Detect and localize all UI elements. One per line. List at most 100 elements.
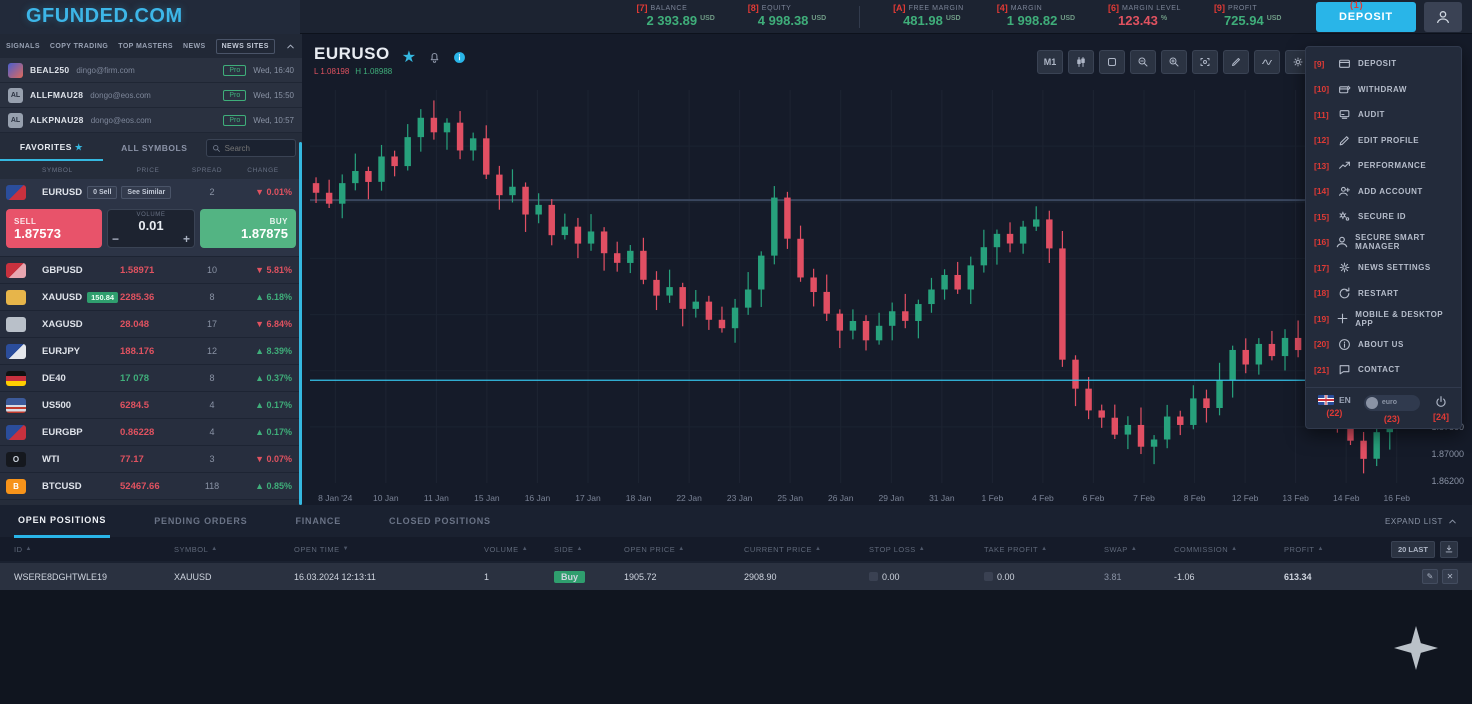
logout-power-button[interactable]: [1434, 395, 1448, 409]
last-filter-button[interactable]: 20 LAST: [1391, 541, 1435, 558]
favorite-star-icon[interactable]: ★: [402, 47, 416, 67]
symbol-row-gbpusd[interactable]: GBPUSD 1.58971 10 ▼ 5.81%: [0, 257, 302, 284]
zoom-out-icon[interactable]: [1130, 50, 1156, 74]
symbol-name[interactable]: EURUSD 0 SellSee Similar: [42, 186, 192, 199]
symbol-row-btcusd[interactable]: B BTCUSD 52467.66 118 ▲ 0.85%: [0, 473, 302, 500]
positions-column-profit[interactable]: PROFIT ▲: [1284, 545, 1374, 554]
chevron-up-icon[interactable]: [285, 41, 296, 52]
symbol-row-eurjpy[interactable]: EURJPY 188.176 12 ▲ 8.39%: [0, 338, 302, 365]
column-header-change[interactable]: CHANGE: [230, 167, 296, 174]
stat-value: 1 998.82USD: [997, 14, 1075, 28]
menu-item-audit[interactable]: [11] AUDIT: [1306, 102, 1461, 128]
expand-list-button[interactable]: EXPAND LIST: [1385, 516, 1458, 527]
volume-increase-button[interactable]: +: [183, 233, 190, 245]
position-row[interactable]: WSERE8DGHTWLE19 XAUUSD 16.03.2024 12:13:…: [0, 563, 1472, 590]
toggle-knob: [1366, 397, 1378, 409]
trading-platform-window: GFUNDED.COM [7] BALANCE 2 393.89USD [8] …: [0, 0, 1472, 704]
positions-column-id[interactable]: ID ▲: [14, 545, 174, 554]
account-row[interactable]: BEAL250 dingo@firm.com Pro Wed, 16:40: [0, 58, 302, 83]
column-header-price[interactable]: PRICE: [112, 167, 184, 174]
positions-column-volume[interactable]: VOLUME ▲: [484, 545, 554, 554]
menu-item-mobile-desktop-app[interactable]: [19] MOBILE & DESKTOP APP: [1306, 306, 1461, 332]
column-header-spread[interactable]: SPREAD: [184, 167, 230, 174]
profile-button[interactable]: [1424, 2, 1462, 32]
candle-type-icon[interactable]: [1068, 50, 1094, 74]
positions-tab-pending-orders[interactable]: PENDING ORDERS: [150, 506, 251, 536]
menu-item-add-account[interactable]: [14] ADD ACCOUNT: [1306, 179, 1461, 205]
draw-icon[interactable]: [1223, 50, 1249, 74]
symbol-chip-0-sell[interactable]: 0 Sell: [87, 186, 117, 199]
positions-column-open-price[interactable]: OPEN PRICE ▲: [624, 545, 744, 554]
positions-column-take-profit[interactable]: TAKE PROFIT ▲: [984, 545, 1104, 554]
symbol-row-us500[interactable]: US500 6284.5 4 ▲ 0.17%: [0, 392, 302, 419]
sidebar-tab-top-masters[interactable]: TOP MASTERS: [118, 43, 173, 50]
symbol-row-de40[interactable]: DE40 17 078 8 ▲ 0.37%: [0, 365, 302, 392]
edit-position-button[interactable]: ✎: [1422, 569, 1438, 584]
symbol-chip-see-similar[interactable]: See Similar: [121, 186, 171, 199]
positions-column-swap[interactable]: SWAP ▲: [1104, 545, 1174, 554]
positions-column-open-time[interactable]: OPEN TIME ▼: [294, 545, 484, 554]
zoom-in-icon[interactable]: [1161, 50, 1187, 74]
positions-tab-closed-positions[interactable]: CLOSED POSITIONS: [385, 506, 495, 536]
symbol-row-xauusd[interactable]: XAUUSD 150.84 2285.36 8 ▲ 6.18%: [0, 284, 302, 311]
positions-column-symbol[interactable]: SYMBOL ▲: [174, 545, 294, 554]
menu-item-restart[interactable]: [18] RESTART: [1306, 281, 1461, 307]
positions-column-side[interactable]: SIDE ▲: [554, 545, 624, 554]
indicators-icon[interactable]: [1254, 50, 1280, 74]
menu-item-deposit[interactable]: [9] DEPOSIT: [1306, 51, 1461, 77]
symbol-row-xagusd[interactable]: XAGUSD 28.048 17 ▼ 6.84%: [0, 311, 302, 338]
screenshot-icon[interactable]: [1192, 50, 1218, 74]
menu-item-edit-profile[interactable]: [12] EDIT PROFILE: [1306, 128, 1461, 154]
alert-bell-icon[interactable]: [428, 51, 441, 64]
positions-column-current-price[interactable]: CURRENT PRICE ▲: [744, 545, 869, 554]
column-header-symbol[interactable]: SYMBOL: [42, 167, 112, 174]
positions-column-stop-loss[interactable]: STOP LOSS ▲: [869, 545, 984, 554]
sidebar-tab-signals[interactable]: SIGNALS: [6, 43, 40, 50]
x-axis-label: 17 Jan: [563, 493, 614, 503]
menu-item-news-settings[interactable]: [17] NEWS SETTINGS: [1306, 255, 1461, 281]
tab-favorites[interactable]: FAVORITES ★: [0, 136, 103, 161]
menu-item-contact[interactable]: [21] CONTACT: [1306, 357, 1461, 383]
timeframe-button[interactable]: M1: [1037, 50, 1063, 74]
card-icon: [1338, 57, 1352, 70]
account-row[interactable]: AL ALKPNAU28 dongo@eos.com Pro Wed, 10:5…: [0, 108, 302, 133]
x-axis-label: 4 Feb: [1018, 493, 1069, 503]
layout-icon[interactable]: [1099, 50, 1125, 74]
symbol-flag-icon: [6, 290, 26, 305]
user-plus-icon: [1338, 185, 1352, 198]
buy-button[interactable]: BUY1.87875: [200, 209, 296, 248]
symbol-price: 77.17: [120, 454, 192, 465]
stat-value: 2 393.89USD: [636, 14, 714, 28]
download-icon[interactable]: [1440, 541, 1458, 558]
brand-logo[interactable]: GFUNDED.COM: [26, 5, 183, 28]
sell-button[interactable]: SELL1.87573: [6, 209, 102, 248]
symbol-row-wti[interactable]: O WTI 77.17 3 ▼ 0.07%: [0, 446, 302, 473]
deposit-button[interactable]: (1) DEPOSIT: [1316, 2, 1416, 32]
positions-column-commission[interactable]: COMMISSION ▲: [1174, 545, 1284, 554]
search-input[interactable]: [225, 144, 289, 153]
sidebar-tab-copy-trading[interactable]: COPY TRADING: [50, 43, 108, 50]
account-stats: [7] BALANCE 2 393.89USD [8] EQUITY 4 998…: [300, 4, 1316, 28]
close-position-button[interactable]: ✕: [1442, 569, 1458, 584]
position-stop-loss[interactable]: 0.00: [869, 572, 984, 582]
theme-toggle[interactable]: euro: [1364, 395, 1420, 411]
volume-decrease-button[interactable]: −: [112, 233, 119, 245]
positions-tab-open-positions[interactable]: OPEN POSITIONS: [14, 505, 110, 538]
menu-item-withdraw[interactable]: [10] WITHDRAW: [1306, 77, 1461, 103]
sidebar-tab-news[interactable]: NEWS: [183, 43, 206, 50]
sidebar-tab-news-sites[interactable]: NEWS SITES: [216, 39, 275, 54]
candlestick-chart[interactable]: [310, 90, 1422, 483]
language-selector[interactable]: EN: [1318, 395, 1351, 405]
menu-item-secure-id[interactable]: [15] SECURE ID: [1306, 204, 1461, 230]
info-icon[interactable]: [453, 51, 466, 64]
menu-item-secure-smart-manager[interactable]: [16] SECURE SMART MANAGER: [1306, 230, 1461, 256]
position-take-profit[interactable]: 0.00: [984, 572, 1104, 582]
volume-value[interactable]: 0.01: [138, 218, 163, 233]
positions-tab-finance[interactable]: FINANCE: [291, 506, 345, 536]
tab-all-symbols[interactable]: ALL SYMBOLS: [103, 137, 206, 159]
symbol-row-eurgbp[interactable]: EURGBP 0.86228 4 ▲ 0.17%: [0, 419, 302, 446]
menu-item-performance[interactable]: [13] PERFORMANCE: [1306, 153, 1461, 179]
symbol-search[interactable]: [206, 139, 296, 157]
menu-item-about-us[interactable]: [20] ABOUT US: [1306, 332, 1461, 358]
account-row[interactable]: AL ALLFMAU28 dongo@eos.com Pro Wed, 15:5…: [0, 83, 302, 108]
